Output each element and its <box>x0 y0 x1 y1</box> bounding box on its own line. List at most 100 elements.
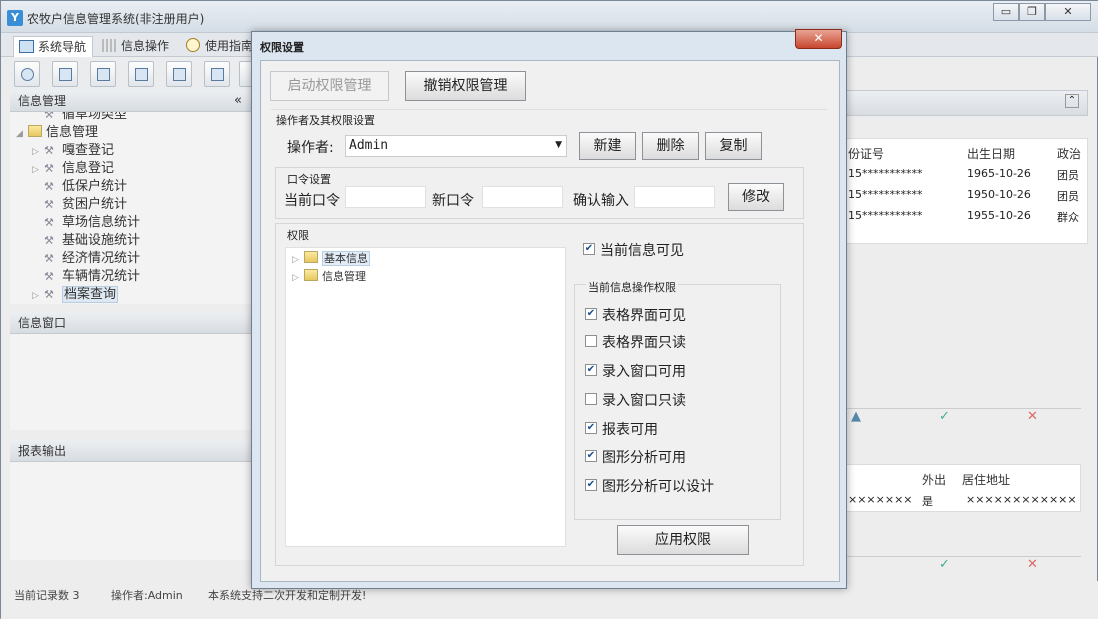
search-tool-button[interactable] <box>14 61 40 87</box>
permission-tree: ▷ 基本信息 ▷ 信息管理 <box>285 247 566 547</box>
document-tool-button[interactable] <box>90 61 116 87</box>
lower-grid: 外出 居住地址 ××××××× 是 ×××××××××××× <box>841 464 1081 512</box>
op-checkbox[interactable]: ✔ <box>585 364 597 376</box>
copy-operator-button[interactable]: 复制 <box>705 132 762 160</box>
tree-item-selected[interactable]: ▷ ⚒ 档案查询 <box>32 286 119 304</box>
info-window-body <box>10 334 252 430</box>
op-label: 录入窗口只读 <box>602 393 686 409</box>
support-note: 本系统支持二次开发和定制开发! <box>208 589 367 602</box>
column-header[interactable]: 政治 <box>1057 145 1081 162</box>
op-label: 表格界面可见 <box>602 308 686 324</box>
minimize-button[interactable]: ▭ <box>993 3 1019 21</box>
current-password-input[interactable] <box>345 186 426 208</box>
tree-item[interactable]: ⚒ 基础设施统计 <box>44 232 140 250</box>
password-section-title: 口令设置 <box>287 173 331 186</box>
tool-icon: ⚒ <box>44 112 54 121</box>
new-password-label: 新口令 <box>432 193 474 209</box>
new-operator-button[interactable]: 新建 <box>579 132 636 160</box>
expand-panel-icon[interactable]: ⌃ <box>1065 94 1079 108</box>
guide-icon <box>186 38 200 52</box>
tree-item[interactable]: ⚒ 低保户统计 <box>44 178 127 196</box>
perm-tree-item-basic[interactable]: ▷ 基本信息 <box>292 250 370 268</box>
nav-icon <box>19 40 34 53</box>
monitor-tool-button[interactable] <box>166 61 192 87</box>
tab-user-guide[interactable]: 使用指南 <box>181 36 259 57</box>
monitor-icon <box>173 68 186 81</box>
visible-checkbox[interactable]: ✔ <box>583 243 595 255</box>
export-tool-button[interactable] <box>204 61 230 87</box>
grid-cell: 1950-10-26 <box>967 188 1031 201</box>
tree-item[interactable]: ⚒ 循草场类型 <box>44 112 127 124</box>
tool-icon: ⚒ <box>44 234 54 247</box>
op-label: 录入窗口可用 <box>602 364 686 380</box>
cancel-icon[interactable]: ✕ <box>1027 557 1038 572</box>
nav-tree: ⚒ 循草场类型 ◢ 信息管理 ▷ ⚒ 嘎查登记 ▷ ⚒ 信息登记 ⚒ 低保户统计 ⚒ 贫困户统计… <box>10 112 252 304</box>
modify-password-button[interactable]: 修改 <box>728 183 784 211</box>
info-manage-header: 信息管理 « <box>10 90 252 112</box>
revoke-permission-button[interactable]: 撤销权限管理 <box>405 71 526 101</box>
nav-bar-upper: ▲ ✓ ✕ <box>841 408 1081 428</box>
confirm-password-input[interactable] <box>634 186 715 208</box>
column-header[interactable]: 出生日期 <box>967 145 1015 162</box>
chevron-down-icon[interactable]: ▼ <box>555 140 562 150</box>
users-icon <box>135 68 148 81</box>
permission-section-title: 权限 <box>287 229 309 242</box>
cancel-icon[interactable]: ✕ <box>1027 409 1038 424</box>
current-password-label: 当前口令 <box>284 193 340 209</box>
users-tool-button[interactable] <box>128 61 154 87</box>
list-tool-button[interactable] <box>52 61 78 87</box>
apply-permission-button[interactable]: 应用权限 <box>617 525 749 555</box>
tab-label: 信息操作 <box>121 39 170 53</box>
tree-item[interactable]: ⚒ 贫困户统计 <box>44 196 127 214</box>
data-grid: 份证号 出生日期 政治 15*********** 1965-10-26 团员 … <box>841 138 1088 244</box>
column-header[interactable]: 份证号 <box>848 145 884 162</box>
tool-icon: ⚒ <box>44 162 54 175</box>
operator-section-title: 操作者及其权限设置 <box>276 114 375 127</box>
tool-icon: ⚒ <box>44 198 54 211</box>
op-checkbox[interactable]: ✔ <box>585 450 597 462</box>
nav-bar-lower: ✓ ✕ <box>841 556 1081 574</box>
title-bar: Y 农牧户信息管理系统(非注册用户) ▭ ❐ ✕ <box>1 1 1098 33</box>
restore-button[interactable]: ❐ <box>1019 3 1045 21</box>
check-icon[interactable]: ✓ <box>939 557 950 572</box>
op-label: 报表可用 <box>602 422 658 438</box>
op-checkbox[interactable]: ✔ <box>585 308 597 320</box>
panel-title: 信息管理 <box>18 94 67 108</box>
enable-permission-button[interactable]: 启动权限管理 <box>270 71 389 101</box>
tree-item[interactable]: ⚒ 车辆情况统计 <box>44 268 140 286</box>
op-checkbox[interactable]: ✔ <box>585 479 597 491</box>
operator-select[interactable]: Admin ▼ <box>345 135 567 157</box>
visible-checkbox-label: 当前信息可见 <box>600 243 684 259</box>
expand-icon: ▷ <box>32 147 39 157</box>
tree-item[interactable]: ⚒ 经济情况统计 <box>44 250 140 268</box>
tree-item[interactable]: ▷ ⚒ 嘎查登记 <box>32 142 114 160</box>
grid-cell: 团员 <box>1057 190 1079 203</box>
op-checkbox[interactable] <box>585 393 597 405</box>
tab-info-operation[interactable]: 信息操作 <box>97 36 175 57</box>
column-header[interactable]: 居住地址 <box>962 471 1010 488</box>
tab-system-nav[interactable]: 系统导航 <box>13 36 94 57</box>
expand-icon: ◢ <box>16 129 23 139</box>
expand-icon: ▷ <box>292 273 299 283</box>
document-icon <box>97 68 110 81</box>
dialog-close-button[interactable]: ✕ <box>795 29 842 49</box>
window-close-button[interactable]: ✕ <box>1045 3 1091 21</box>
dialog-title: 权限设置 <box>260 41 304 54</box>
perm-tree-item-manage[interactable]: ▷ 信息管理 <box>292 268 366 286</box>
new-password-input[interactable] <box>482 186 563 208</box>
check-icon[interactable]: ✓ <box>939 409 950 424</box>
collapse-icon[interactable]: « <box>234 90 242 112</box>
op-checkbox[interactable]: ✔ <box>585 422 597 434</box>
up-icon[interactable]: ▲ <box>851 409 861 424</box>
tree-item[interactable]: ⚒ 草场信息统计 <box>44 214 140 232</box>
grid-cell: 1965-10-26 <box>967 167 1031 180</box>
op-checkbox[interactable] <box>585 335 597 347</box>
column-header[interactable]: 外出 <box>922 471 946 488</box>
tree-folder-info-manage[interactable]: ◢ 信息管理 <box>16 124 98 142</box>
list-icon <box>59 68 72 81</box>
delete-operator-button[interactable]: 删除 <box>642 132 699 160</box>
grid-cell: 15*********** <box>848 167 923 180</box>
grid-cell: 团员 <box>1057 169 1079 182</box>
tree-item[interactable]: ▷ ⚒ 信息登记 <box>32 160 114 178</box>
grid-cell: ××××××× <box>848 493 913 506</box>
